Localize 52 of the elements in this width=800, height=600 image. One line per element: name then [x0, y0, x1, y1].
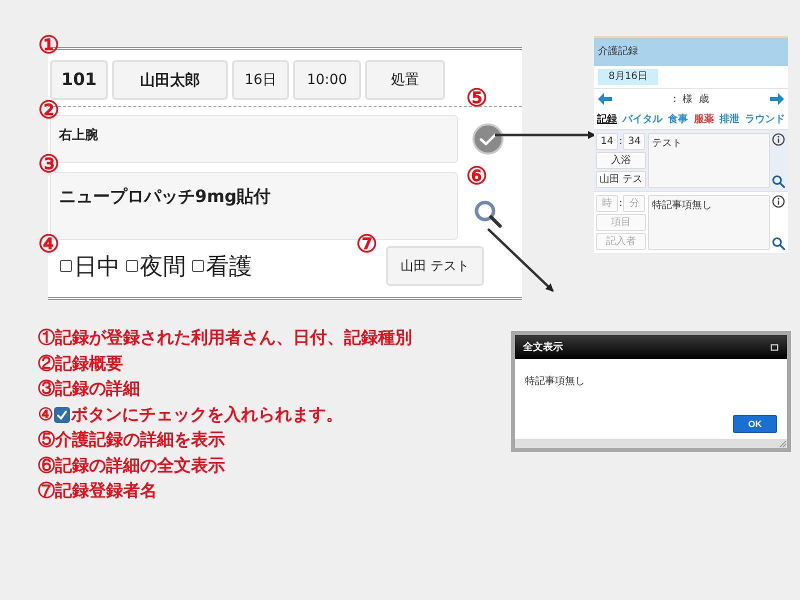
category-tab[interactable]: 排泄 — [718, 112, 740, 126]
patient-line: : 様 歳 — [672, 92, 710, 106]
search-icon[interactable] — [772, 237, 785, 250]
maximize-icon[interactable] — [770, 342, 779, 352]
dialog-text: 特記事項無し — [525, 376, 585, 387]
screen-title: 介護記録 — [594, 38, 788, 66]
legend-line: ⑤介護記録の詳細を表示 — [38, 429, 226, 452]
resize-grip-icon[interactable] — [779, 440, 787, 448]
right-arrow-icon[interactable] — [770, 93, 784, 105]
header-button[interactable]: 山田太郎 — [112, 60, 228, 100]
search-icon[interactable] — [772, 175, 785, 188]
callout-number: ① — [38, 33, 60, 57]
callout-number: ⑤ — [466, 86, 488, 110]
note-field[interactable]: 特記事項無し — [648, 195, 770, 250]
record-row[interactable]: 14 : 34 入浴 山田 テス テスト — [594, 129, 788, 191]
item-field[interactable]: 入浴 — [596, 152, 646, 169]
category-tab[interactable]: バイタル — [622, 112, 664, 126]
search-icon[interactable] — [474, 200, 502, 228]
legend-line: ⑥記録の詳細の全文表示 — [38, 454, 226, 478]
info-icon[interactable] — [772, 133, 785, 146]
header-button[interactable]: 10:00 — [293, 60, 361, 100]
header-button[interactable]: 101 — [50, 60, 108, 100]
time-separator: : — [619, 136, 622, 147]
record-row[interactable]: 時 : 分 項目 記入者 特記事項無し — [594, 191, 788, 253]
legend-line: ①記録が登録された利用者さん、日付、記録種別 — [38, 327, 412, 350]
legend-line: ③記録の詳細 — [38, 378, 141, 401]
category-tab[interactable]: ラウンド — [744, 112, 786, 126]
category-tab[interactable]: 記録 — [596, 112, 618, 126]
checkbox[interactable]: 看護 — [192, 250, 252, 282]
arrow — [487, 228, 554, 292]
ok-button[interactable]: OK — [733, 415, 777, 433]
note-field[interactable]: テスト — [648, 133, 770, 188]
left-arrow-icon[interactable] — [598, 93, 612, 105]
legend-line: ④ ボタンにチェックを入れられます。 — [38, 404, 344, 426]
category-tab[interactable]: 食事 — [667, 112, 690, 126]
info-icon[interactable] — [772, 195, 785, 208]
date-tab[interactable]: 8月16日 — [598, 69, 658, 85]
checkbox[interactable]: 夜間 — [126, 250, 186, 282]
header-button[interactable]: 16日 — [232, 60, 289, 100]
author-button[interactable]: 山田 テスト — [386, 246, 484, 286]
hour-field[interactable]: 14 — [596, 133, 618, 150]
author-field[interactable]: 山田 テス — [596, 171, 646, 188]
time-separator: : — [619, 198, 622, 209]
legend-line: ⑦記録登録者名 — [38, 480, 158, 503]
category-tab[interactable]: 服薬 — [692, 112, 715, 126]
check-circle-icon[interactable] — [472, 123, 504, 155]
checkbox[interactable]: 日中 — [60, 250, 120, 282]
minute-field[interactable]: 34 — [623, 133, 646, 150]
header-button[interactable]: 処置 — [365, 60, 445, 100]
dialog-title: 全文表示 — [523, 340, 563, 354]
callout-number: ⑥ — [466, 164, 488, 188]
legend-line: ②記録概要 — [38, 352, 124, 376]
